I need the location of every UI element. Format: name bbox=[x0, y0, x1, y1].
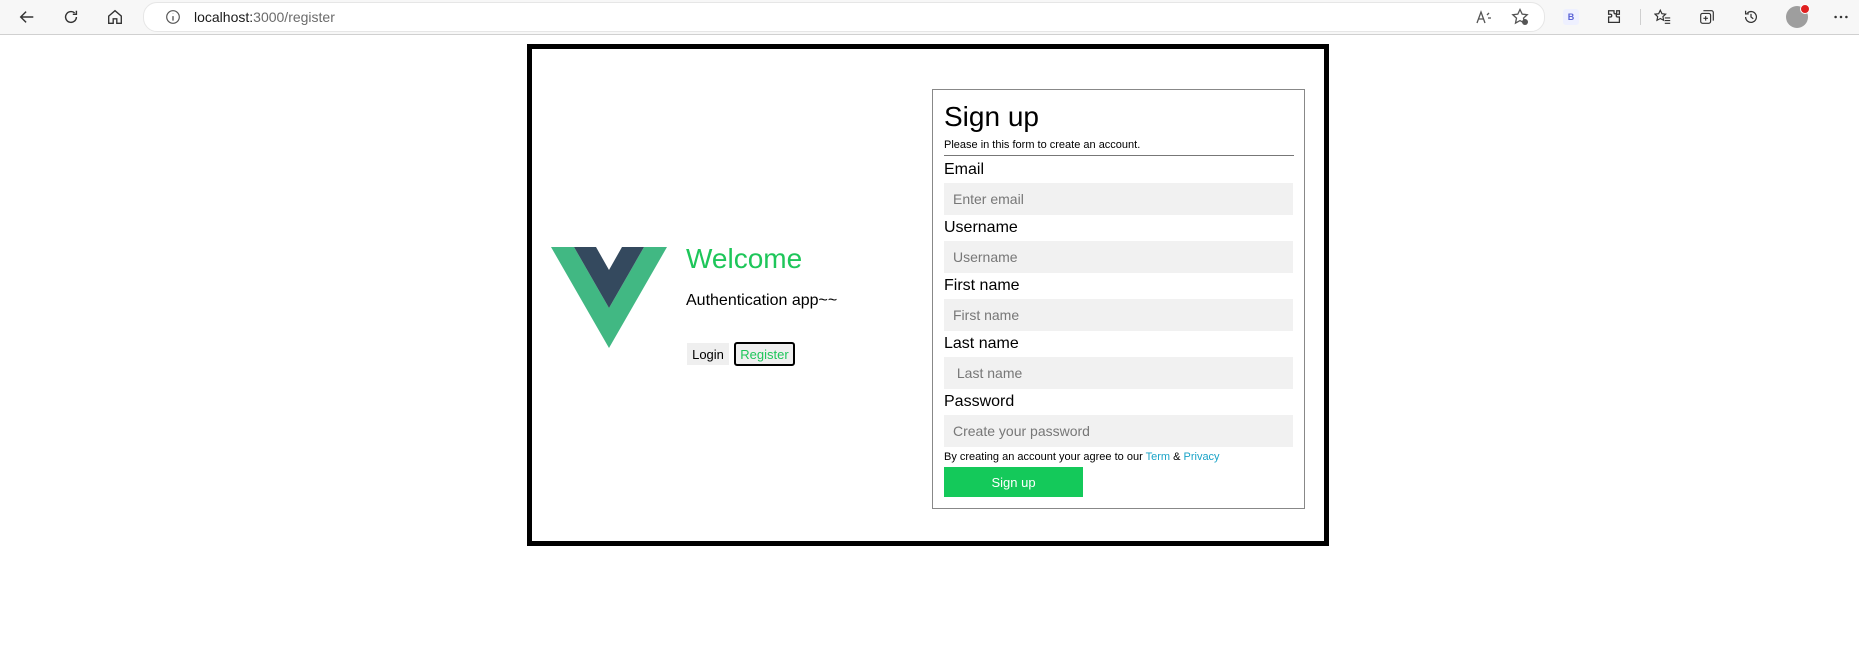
add-favorite-icon[interactable] bbox=[1510, 7, 1530, 27]
extensions-icon[interactable] bbox=[1603, 6, 1625, 28]
history-icon[interactable] bbox=[1740, 6, 1762, 28]
term-link[interactable]: Term bbox=[1146, 451, 1170, 463]
last-name-label: Last name bbox=[944, 335, 1019, 352]
password-label: Password bbox=[944, 393, 1015, 410]
vue-logo bbox=[551, 247, 667, 348]
form-description: Please in this form to create an account… bbox=[944, 139, 1141, 151]
back-icon[interactable] bbox=[14, 4, 40, 30]
browser-toolbar: localhost:3000/register B bbox=[0, 0, 1859, 35]
email-field[interactable] bbox=[944, 183, 1293, 215]
refresh-icon[interactable] bbox=[58, 4, 84, 30]
first-name-field[interactable] bbox=[944, 299, 1293, 331]
app-subtitle: Authentication app~~ bbox=[686, 292, 838, 309]
home-icon[interactable] bbox=[102, 4, 128, 30]
bing-extension-icon[interactable]: B bbox=[1560, 6, 1582, 28]
privacy-link[interactable]: Privacy bbox=[1184, 451, 1220, 463]
favorites-icon[interactable] bbox=[1652, 6, 1674, 28]
info-icon[interactable] bbox=[164, 8, 182, 26]
email-label: Email bbox=[944, 161, 985, 178]
terms-amp: & bbox=[1170, 451, 1184, 463]
read-aloud-icon[interactable] bbox=[1474, 7, 1494, 27]
toolbar-separator bbox=[1640, 9, 1641, 25]
form-title: Sign up bbox=[944, 101, 1039, 132]
more-icon[interactable] bbox=[1830, 6, 1852, 28]
register-button[interactable]: Register bbox=[734, 342, 795, 366]
first-name-label: First name bbox=[944, 277, 1020, 294]
form-divider bbox=[944, 155, 1294, 156]
collections-icon[interactable] bbox=[1696, 6, 1718, 28]
profile-avatar[interactable] bbox=[1786, 4, 1810, 28]
welcome-heading: Welcome bbox=[686, 243, 803, 274]
url-text[interactable]: localhost:3000/register bbox=[194, 9, 335, 25]
login-button[interactable]: Login bbox=[687, 343, 729, 365]
terms-text: By creating an account your agree to our… bbox=[944, 451, 1220, 464]
terms-prefix: By creating an account your agree to our bbox=[944, 451, 1146, 463]
sign-up-button[interactable]: Sign up bbox=[944, 467, 1083, 497]
address-bar[interactable]: localhost:3000/register bbox=[143, 2, 1545, 32]
last-name-field[interactable] bbox=[944, 357, 1293, 389]
username-label: Username bbox=[944, 219, 1018, 236]
username-field[interactable] bbox=[944, 241, 1293, 273]
password-field[interactable] bbox=[944, 415, 1293, 447]
